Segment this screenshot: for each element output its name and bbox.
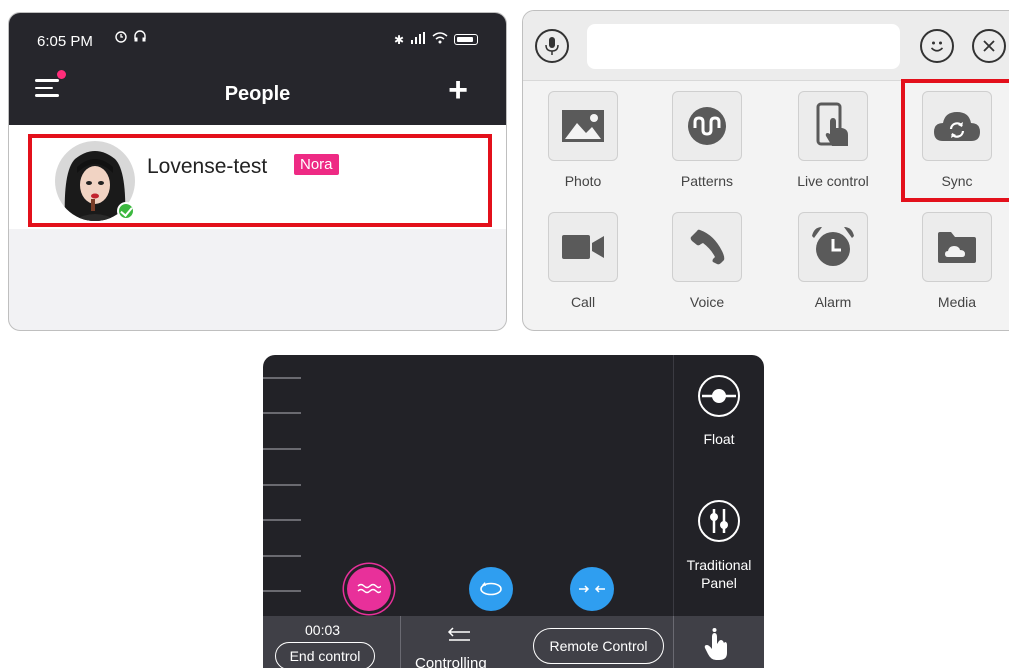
tool-label: Voice [689, 294, 725, 310]
scale-tick [263, 590, 301, 592]
remote-control-button[interactable]: Remote Control [533, 628, 664, 664]
signal-icon [410, 32, 426, 47]
tool-alarm[interactable]: Alarm [773, 212, 893, 322]
tool-voice[interactable]: Voice [647, 212, 767, 322]
status-time: 6:05 PM [37, 33, 93, 50]
wave-icon [357, 583, 381, 594]
bottom-divider [400, 616, 401, 668]
traditional-panel-label: Traditional Panel [686, 557, 752, 591]
contract-mode-button[interactable] [570, 567, 614, 611]
wifi-icon [432, 32, 448, 47]
add-button[interactable]: + [448, 73, 468, 107]
video-call-icon [548, 212, 618, 282]
message-input[interactable] [587, 24, 900, 69]
microphone-icon[interactable] [535, 29, 569, 63]
patterns-icon [672, 91, 742, 161]
scale-tick [263, 412, 301, 414]
alarm-icon [798, 212, 868, 282]
live-control-icon [798, 91, 868, 161]
control-timer: 00:03 [305, 622, 341, 638]
controlling-label: Controlling [415, 655, 487, 668]
people-screen: 6:05 PM ✱ People + Lovense-test Nora [8, 12, 507, 331]
status-icons: ✱ [394, 32, 478, 47]
hand-pointer-icon[interactable] [704, 627, 728, 666]
float-button[interactable]: Float [674, 375, 764, 455]
sync-icon [922, 91, 992, 161]
bottom-divider [673, 616, 674, 668]
headphones-status-icon [133, 29, 147, 46]
scale-tick [263, 484, 301, 486]
notification-dot [57, 70, 66, 79]
tool-label: Photo [564, 173, 602, 189]
photo-icon [548, 91, 618, 161]
tool-label: Alarm [814, 294, 852, 310]
page-title: People [224, 83, 291, 105]
scale-tick [263, 555, 301, 557]
tool-live-control[interactable]: Live control [773, 91, 893, 201]
scale-tick [263, 377, 301, 379]
contact-tag: Nora [294, 154, 339, 175]
tool-photo[interactable]: Photo [523, 91, 643, 201]
folder-icon [922, 212, 992, 282]
rotate-icon [480, 582, 502, 596]
control-screen: Float Traditional Panel 00:03 End contro… [263, 355, 764, 668]
tools-screen: Photo Patterns Live control Sync Call Vo… [522, 10, 1009, 331]
tool-label: Live control [797, 173, 869, 189]
close-icon[interactable] [972, 29, 1006, 63]
alarm-status-icon [114, 29, 128, 46]
intensity-scale [263, 355, 303, 615]
traditional-panel-button[interactable]: Traditional Panel [674, 500, 764, 600]
tool-sync[interactable]: Sync [897, 91, 1009, 201]
sliders-icon [698, 500, 740, 542]
arrows-inward-icon [579, 585, 605, 593]
float-label: Float [703, 431, 735, 447]
scale-tick [263, 448, 301, 450]
phone-icon [672, 212, 742, 282]
people-header [9, 13, 506, 125]
smiley-icon[interactable] [920, 29, 954, 63]
rotate-mode-button[interactable] [469, 567, 513, 611]
swap-arrows-icon [446, 625, 472, 653]
tool-call[interactable]: Call [523, 212, 643, 322]
tool-label: Media [937, 294, 977, 310]
tool-patterns[interactable]: Patterns [647, 91, 767, 201]
battery-icon [454, 34, 478, 45]
tool-label: Call [570, 294, 596, 310]
float-icon [698, 375, 740, 417]
contact-name: Lovense-test [147, 155, 268, 178]
bluetooth-icon: ✱ [393, 32, 404, 47]
tool-media[interactable]: Media [897, 212, 1009, 322]
tool-label: Patterns [680, 173, 734, 189]
wave-mode-button[interactable] [347, 567, 391, 611]
online-indicator-icon [117, 202, 135, 220]
scale-tick [263, 519, 301, 521]
tool-label: Sync [941, 173, 973, 189]
end-control-button[interactable]: End control [275, 642, 375, 668]
